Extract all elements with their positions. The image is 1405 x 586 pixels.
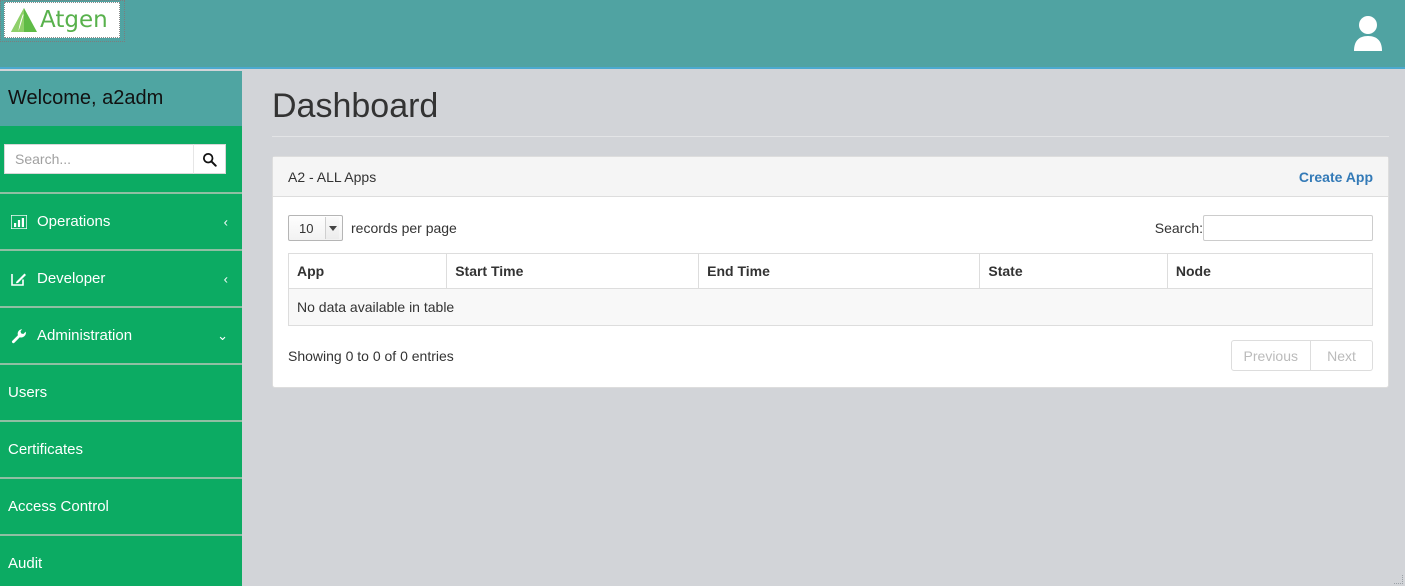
- atgen-mountain-icon: [11, 8, 37, 32]
- create-app-button[interactable]: Create App: [1299, 169, 1373, 185]
- app-root: Atgen Welcome, a2adm Search... Operation…: [0, 0, 1405, 586]
- panel-header: A2 - ALL Apps Create App: [273, 157, 1388, 197]
- search-input[interactable]: Search...: [4, 144, 193, 174]
- table-search-input[interactable]: [1203, 215, 1373, 241]
- previous-page-button[interactable]: Previous: [1230, 340, 1311, 371]
- chevron-left-icon: ‹: [223, 271, 228, 286]
- page-length-control: 10 records per page: [288, 215, 457, 241]
- records-per-page-select[interactable]: 10: [288, 215, 343, 241]
- sidebar-item-audit[interactable]: Audit: [0, 536, 242, 586]
- table-body: No data available in table: [288, 288, 1373, 326]
- edit-icon: [10, 271, 28, 287]
- apps-table: App Start Time End Time State Node No da…: [287, 253, 1374, 326]
- apps-panel: A2 - ALL Apps Create App 10 records per …: [272, 156, 1389, 388]
- column-header-app[interactable]: App: [287, 253, 448, 289]
- welcome-message: Welcome, a2adm: [0, 71, 242, 126]
- top-navbar: Atgen: [0, 0, 1405, 69]
- user-avatar-icon[interactable]: [1343, 10, 1393, 58]
- table-head: App Start Time End Time State Node: [287, 253, 1374, 289]
- chevron-down-icon: ⌄: [217, 327, 228, 343]
- table-header-row: App Start Time End Time State Node: [287, 253, 1374, 289]
- sidebar-item-label: Administration: [37, 327, 133, 344]
- records-per-page-value: 10: [299, 220, 314, 236]
- resize-corner-marker: [1394, 575, 1403, 584]
- pagination: Previous Next: [1230, 340, 1373, 371]
- panel-body: 10 records per page Search: App Start Ti…: [273, 197, 1388, 387]
- column-header-state[interactable]: State: [979, 253, 1168, 289]
- sidebar-item-administration[interactable]: Administration ⌄: [0, 308, 242, 363]
- column-header-start-time[interactable]: Start Time: [446, 253, 700, 289]
- chevron-left-icon: ‹: [223, 214, 228, 229]
- sidebar-item-certificates[interactable]: Certificates: [0, 422, 242, 477]
- column-header-end-time[interactable]: End Time: [698, 253, 981, 289]
- page-title: Dashboard: [272, 87, 439, 125]
- sidebar-item-label: Operations: [37, 213, 111, 230]
- chevron-down-icon: [325, 217, 339, 239]
- search-icon: [202, 152, 217, 167]
- sidebar-item-operations[interactable]: Operations ‹: [0, 194, 242, 249]
- sidebar-item-developer[interactable]: Developer ‹: [0, 251, 242, 306]
- column-header-node[interactable]: Node: [1166, 253, 1374, 289]
- search-button[interactable]: [193, 144, 226, 174]
- table-info: Showing 0 to 0 of 0 entries: [288, 347, 454, 364]
- main-content: Dashboard A2 - ALL Apps Create App 10 re…: [242, 71, 1405, 586]
- table-filter: Search:: [1155, 215, 1373, 241]
- sidebar: Welcome, a2adm Search... Operations ‹ De…: [0, 71, 242, 586]
- table-row-empty: No data available in table: [288, 288, 1373, 326]
- records-per-page-label: records per page: [351, 220, 457, 236]
- table-search-label: Search:: [1154, 220, 1203, 236]
- datatable-controls: 10 records per page Search:: [288, 211, 1373, 245]
- panel-title: A2 - ALL Apps: [288, 168, 377, 185]
- title-divider: [272, 136, 1389, 137]
- brand-logo[interactable]: Atgen: [4, 2, 120, 38]
- sidebar-item-access-control[interactable]: Access Control: [0, 479, 242, 534]
- sidebar-search: Search...: [0, 126, 242, 192]
- brand-name: Atgen: [40, 6, 108, 33]
- bar-chart-icon: [10, 214, 28, 230]
- next-page-button[interactable]: Next: [1311, 340, 1373, 371]
- datatable-footer: Showing 0 to 0 of 0 entries Previous Nex…: [288, 340, 1373, 377]
- wrench-icon: [10, 328, 28, 344]
- sidebar-item-label: Developer: [37, 270, 106, 287]
- empty-message: No data available in table: [288, 288, 1373, 326]
- sidebar-item-users[interactable]: Users: [0, 365, 242, 420]
